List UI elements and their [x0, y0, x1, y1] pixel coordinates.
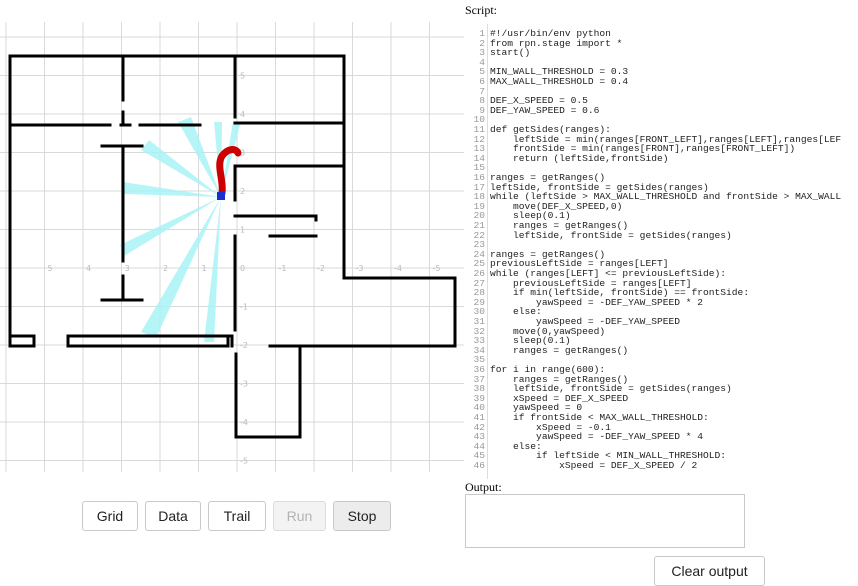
grid-lines — [0, 22, 464, 472]
y-axis-tick-label: -2 — [240, 341, 248, 350]
x-axis-tick-label: 4 — [86, 264, 91, 273]
code-text: return (leftSide,frontSide) — [490, 152, 669, 164]
x-axis-tick-label: -2 — [317, 264, 325, 273]
clear-output-button[interactable]: Clear output — [654, 556, 765, 586]
script-label: Script: — [465, 3, 497, 17]
laser-ray — [178, 117, 221, 197]
x-axis-tick-label: 2 — [163, 264, 168, 273]
code-line: 46 xSpeed = DEF_X_SPEED / 2 — [465, 461, 697, 471]
x-axis-tick-label: -5 — [433, 264, 441, 273]
code-line: 7 — [465, 86, 490, 97]
trail-button[interactable]: Trail — [208, 501, 266, 531]
code-line: 22 leftSide, frontSide = getSides(ranges… — [465, 229, 732, 241]
y-axis-tick-label: 2 — [240, 187, 245, 196]
code-line: 9 DEF_YAW_SPEED = 0.6 — [465, 104, 600, 116]
code-line: 4 — [465, 57, 490, 68]
script-editor[interactable]: 1 #!/usr/bin/env python 2 from rpn.stage im… — [465, 24, 858, 479]
y-axis-tick-label: -1 — [240, 303, 248, 312]
stop-button[interactable]: Stop — [333, 501, 391, 531]
y-axis-tick-label: -5 — [240, 457, 248, 466]
run-button[interactable]: Run — [273, 501, 326, 531]
code-text: ranges = getRanges() — [490, 344, 629, 356]
code-text: MAX_WALL_THRESHOLD = 0.4 — [490, 76, 629, 87]
code-line: 6 MAX_WALL_THRESHOLD = 0.4 — [465, 77, 628, 87]
grid-button[interactable]: Grid — [82, 501, 138, 531]
laser-ray — [123, 182, 221, 197]
line-number: 46 — [473, 460, 485, 471]
y-axis-tick-label: -3 — [240, 380, 248, 389]
x-axis-tick-label: 3 — [125, 264, 130, 273]
x-axis-tick-label: -1 — [279, 264, 287, 273]
x-axis-tick-label: -3 — [356, 264, 364, 273]
y-axis-tick-label: 1 — [240, 226, 245, 235]
x-axis-tick-label: 0 — [240, 264, 245, 273]
data-button[interactable]: Data — [145, 501, 201, 531]
code-text: DEF_YAW_SPEED = 0.6 — [490, 104, 600, 116]
code-line: 3 start() — [465, 48, 530, 58]
simulation-canvas[interactable]: 543210-1-2-3-4-554321-1-2-3-4-5-6 — [0, 0, 464, 472]
output-textarea[interactable] — [465, 494, 745, 548]
x-axis-tick-label: 1 — [202, 264, 207, 273]
robot[interactable] — [217, 192, 225, 200]
y-axis-tick-label: 5 — [240, 72, 245, 81]
x-axis-tick-label: -4 — [394, 264, 402, 273]
code-line: 2 from rpn.stage import * — [465, 38, 622, 49]
code-text: xSpeed = DEF_X_SPEED / 2 — [490, 460, 698, 471]
output-label: Output: — [465, 480, 502, 494]
y-axis-tick-label: -4 — [240, 418, 248, 427]
axis-labels: 543210-1-2-3-4-554321-1-2-3-4-5-6 — [48, 72, 441, 466]
y-axis-tick-label: 4 — [240, 110, 245, 119]
code-text: start() — [490, 47, 531, 59]
walls — [8, 54, 457, 439]
x-axis-tick-label: 5 — [48, 264, 53, 273]
code-text: leftSide, frontSide = getSides(ranges) — [490, 229, 732, 241]
code-line: 14 return (leftSide,frontSide) — [465, 152, 669, 164]
code-line: 34 ranges = getRanges() — [465, 344, 629, 356]
control-bar: Grid Data Trail Run Stop — [82, 501, 391, 531]
